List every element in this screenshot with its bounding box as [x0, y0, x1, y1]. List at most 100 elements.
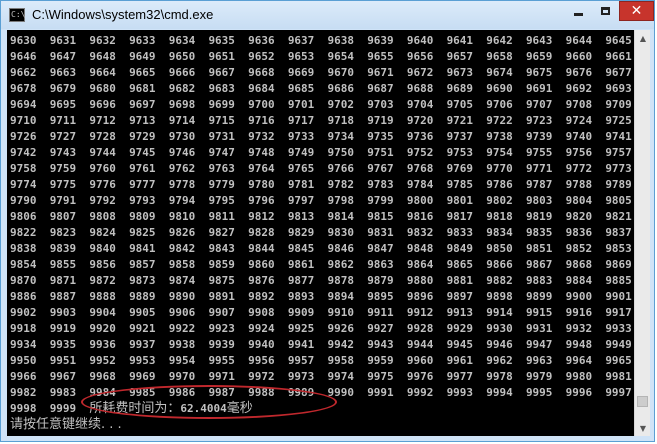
console-number: 9698 — [168, 98, 196, 111]
scrollbar-track[interactable] — [635, 46, 651, 420]
console-number: 9947 — [525, 338, 553, 351]
console-number: 9997 — [605, 386, 632, 399]
console-number: 9959 — [367, 354, 394, 367]
console-number: 9942 — [327, 338, 355, 351]
console-number: 9772 — [565, 162, 593, 175]
console-number: 9747 — [208, 146, 235, 159]
cmd-window: C:\ C:\Windows\system32\cmd.exe ✕ 9630 96… — [0, 0, 655, 442]
console-number: 9755 — [525, 146, 553, 159]
console-number: 9988 — [248, 386, 275, 399]
console-number: 9880 — [406, 274, 434, 287]
console-number: 9863 — [367, 258, 394, 271]
console-number: 9845 — [287, 242, 315, 255]
console-number: 9868 — [565, 258, 593, 271]
console-number: 9771 — [525, 162, 553, 175]
console-number: 9918 — [10, 322, 37, 335]
console-number: 9792 — [89, 194, 116, 207]
console-number: 9965 — [605, 354, 632, 367]
console-number: 9971 — [208, 370, 235, 383]
console-number: 9919 — [49, 322, 77, 335]
console-text: 9630 9631 9632 9633 9634 9635 9636 9637 9638 9639… — [10, 33, 634, 433]
console-number: 9657 — [446, 50, 474, 63]
console-number: 9960 — [406, 354, 434, 367]
console-number: 9793 — [129, 194, 156, 207]
vertical-scrollbar[interactable]: ▲ ▼ — [634, 30, 650, 436]
console-number: 9732 — [248, 130, 275, 143]
console-number: 9837 — [605, 226, 632, 239]
scroll-down-arrow-icon[interactable]: ▼ — [635, 420, 651, 436]
console-number: 9644 — [565, 34, 593, 47]
maximize-button[interactable] — [592, 1, 618, 21]
minimize-button[interactable] — [565, 1, 591, 21]
console-row: 9982 9983 9984 9985 9986 9987 9988 9989 9990 9991… — [10, 385, 634, 401]
console-number: 9682 — [168, 82, 196, 95]
console-number: 9996 — [565, 386, 593, 399]
console-number: 9894 — [327, 290, 355, 303]
console-number: 9937 — [129, 338, 156, 351]
console-number: 9687 — [367, 82, 394, 95]
scroll-up-arrow-icon[interactable]: ▲ — [635, 30, 651, 46]
console-number: 9686 — [327, 82, 355, 95]
console-number: 9989 — [287, 386, 315, 399]
console-number: 9820 — [565, 210, 593, 223]
console-number: 9862 — [327, 258, 355, 271]
console-number: 9861 — [287, 258, 315, 271]
console-number: 9756 — [565, 146, 593, 159]
console-row: 9918 9919 9920 9921 9922 9923 9924 9925 9926 9927… — [10, 321, 634, 337]
scrollbar-thumb[interactable] — [637, 396, 648, 407]
console-number: 9723 — [525, 114, 553, 127]
console-number: 9665 — [129, 66, 156, 79]
console-number: 9872 — [89, 274, 116, 287]
console-number: 9739 — [525, 130, 553, 143]
console-number: 9834 — [486, 226, 513, 239]
console-number: 9926 — [327, 322, 355, 335]
console-number: 9776 — [89, 178, 116, 191]
console-number: 9706 — [486, 98, 513, 111]
console-number: 9847 — [367, 242, 394, 255]
console-number: 9662 — [10, 66, 37, 79]
console-number: 9681 — [129, 82, 156, 95]
console-number: 9897 — [446, 290, 474, 303]
console-number: 9891 — [208, 290, 235, 303]
console-number: 9800 — [406, 194, 434, 207]
console-number: 9777 — [129, 178, 156, 191]
console-number: 9667 — [208, 66, 235, 79]
console-number: 9660 — [565, 50, 593, 63]
console-number: 9711 — [49, 114, 77, 127]
console-number: 9855 — [49, 258, 77, 271]
console-number: 9922 — [168, 322, 196, 335]
console-number: 9690 — [486, 82, 513, 95]
console-number: 9940 — [248, 338, 275, 351]
title-bar[interactable]: C:\ C:\Windows\system32\cmd.exe ✕ — [1, 1, 654, 29]
console-number: 9828 — [248, 226, 275, 239]
console-number: 9879 — [367, 274, 394, 287]
console-number: 9896 — [406, 290, 434, 303]
console-number: 9768 — [406, 162, 434, 175]
console-number: 9986 — [168, 386, 196, 399]
console-output[interactable]: 9630 9631 9632 9633 9634 9635 9636 9637 9638 9639… — [7, 30, 634, 436]
console-number: 9677 — [605, 66, 632, 79]
console-number: 9699 — [208, 98, 235, 111]
console-number: 9928 — [406, 322, 434, 335]
console-row: 9630 9631 9632 9633 9634 9635 9636 9637 9638 9639… — [10, 33, 634, 49]
console-number: 9716 — [248, 114, 275, 127]
console-number: 9704 — [406, 98, 434, 111]
console-number: 9803 — [525, 194, 553, 207]
console-number: 9822 — [10, 226, 37, 239]
close-button[interactable]: ✕ — [619, 1, 654, 21]
cmd-icon[interactable]: C:\ — [9, 8, 25, 22]
console-row: 9790 9791 9792 9793 9794 9795 9796 9797 9798 9799… — [10, 193, 634, 209]
console-number: 9909 — [287, 306, 315, 319]
console-number: 9684 — [248, 82, 275, 95]
console-number: 9697 — [129, 98, 156, 111]
console-number: 9764 — [248, 162, 275, 175]
console-number: 9778 — [168, 178, 196, 191]
console-number: 9725 — [605, 114, 632, 127]
console-number: 9819 — [525, 210, 553, 223]
console-number: 9953 — [129, 354, 156, 367]
console-number: 9970 — [168, 370, 196, 383]
console-number: 9852 — [565, 242, 593, 255]
console-number: 9917 — [605, 306, 632, 319]
console-number: 9916 — [565, 306, 593, 319]
elapsed-time-unit: 毫秒 — [226, 401, 253, 416]
